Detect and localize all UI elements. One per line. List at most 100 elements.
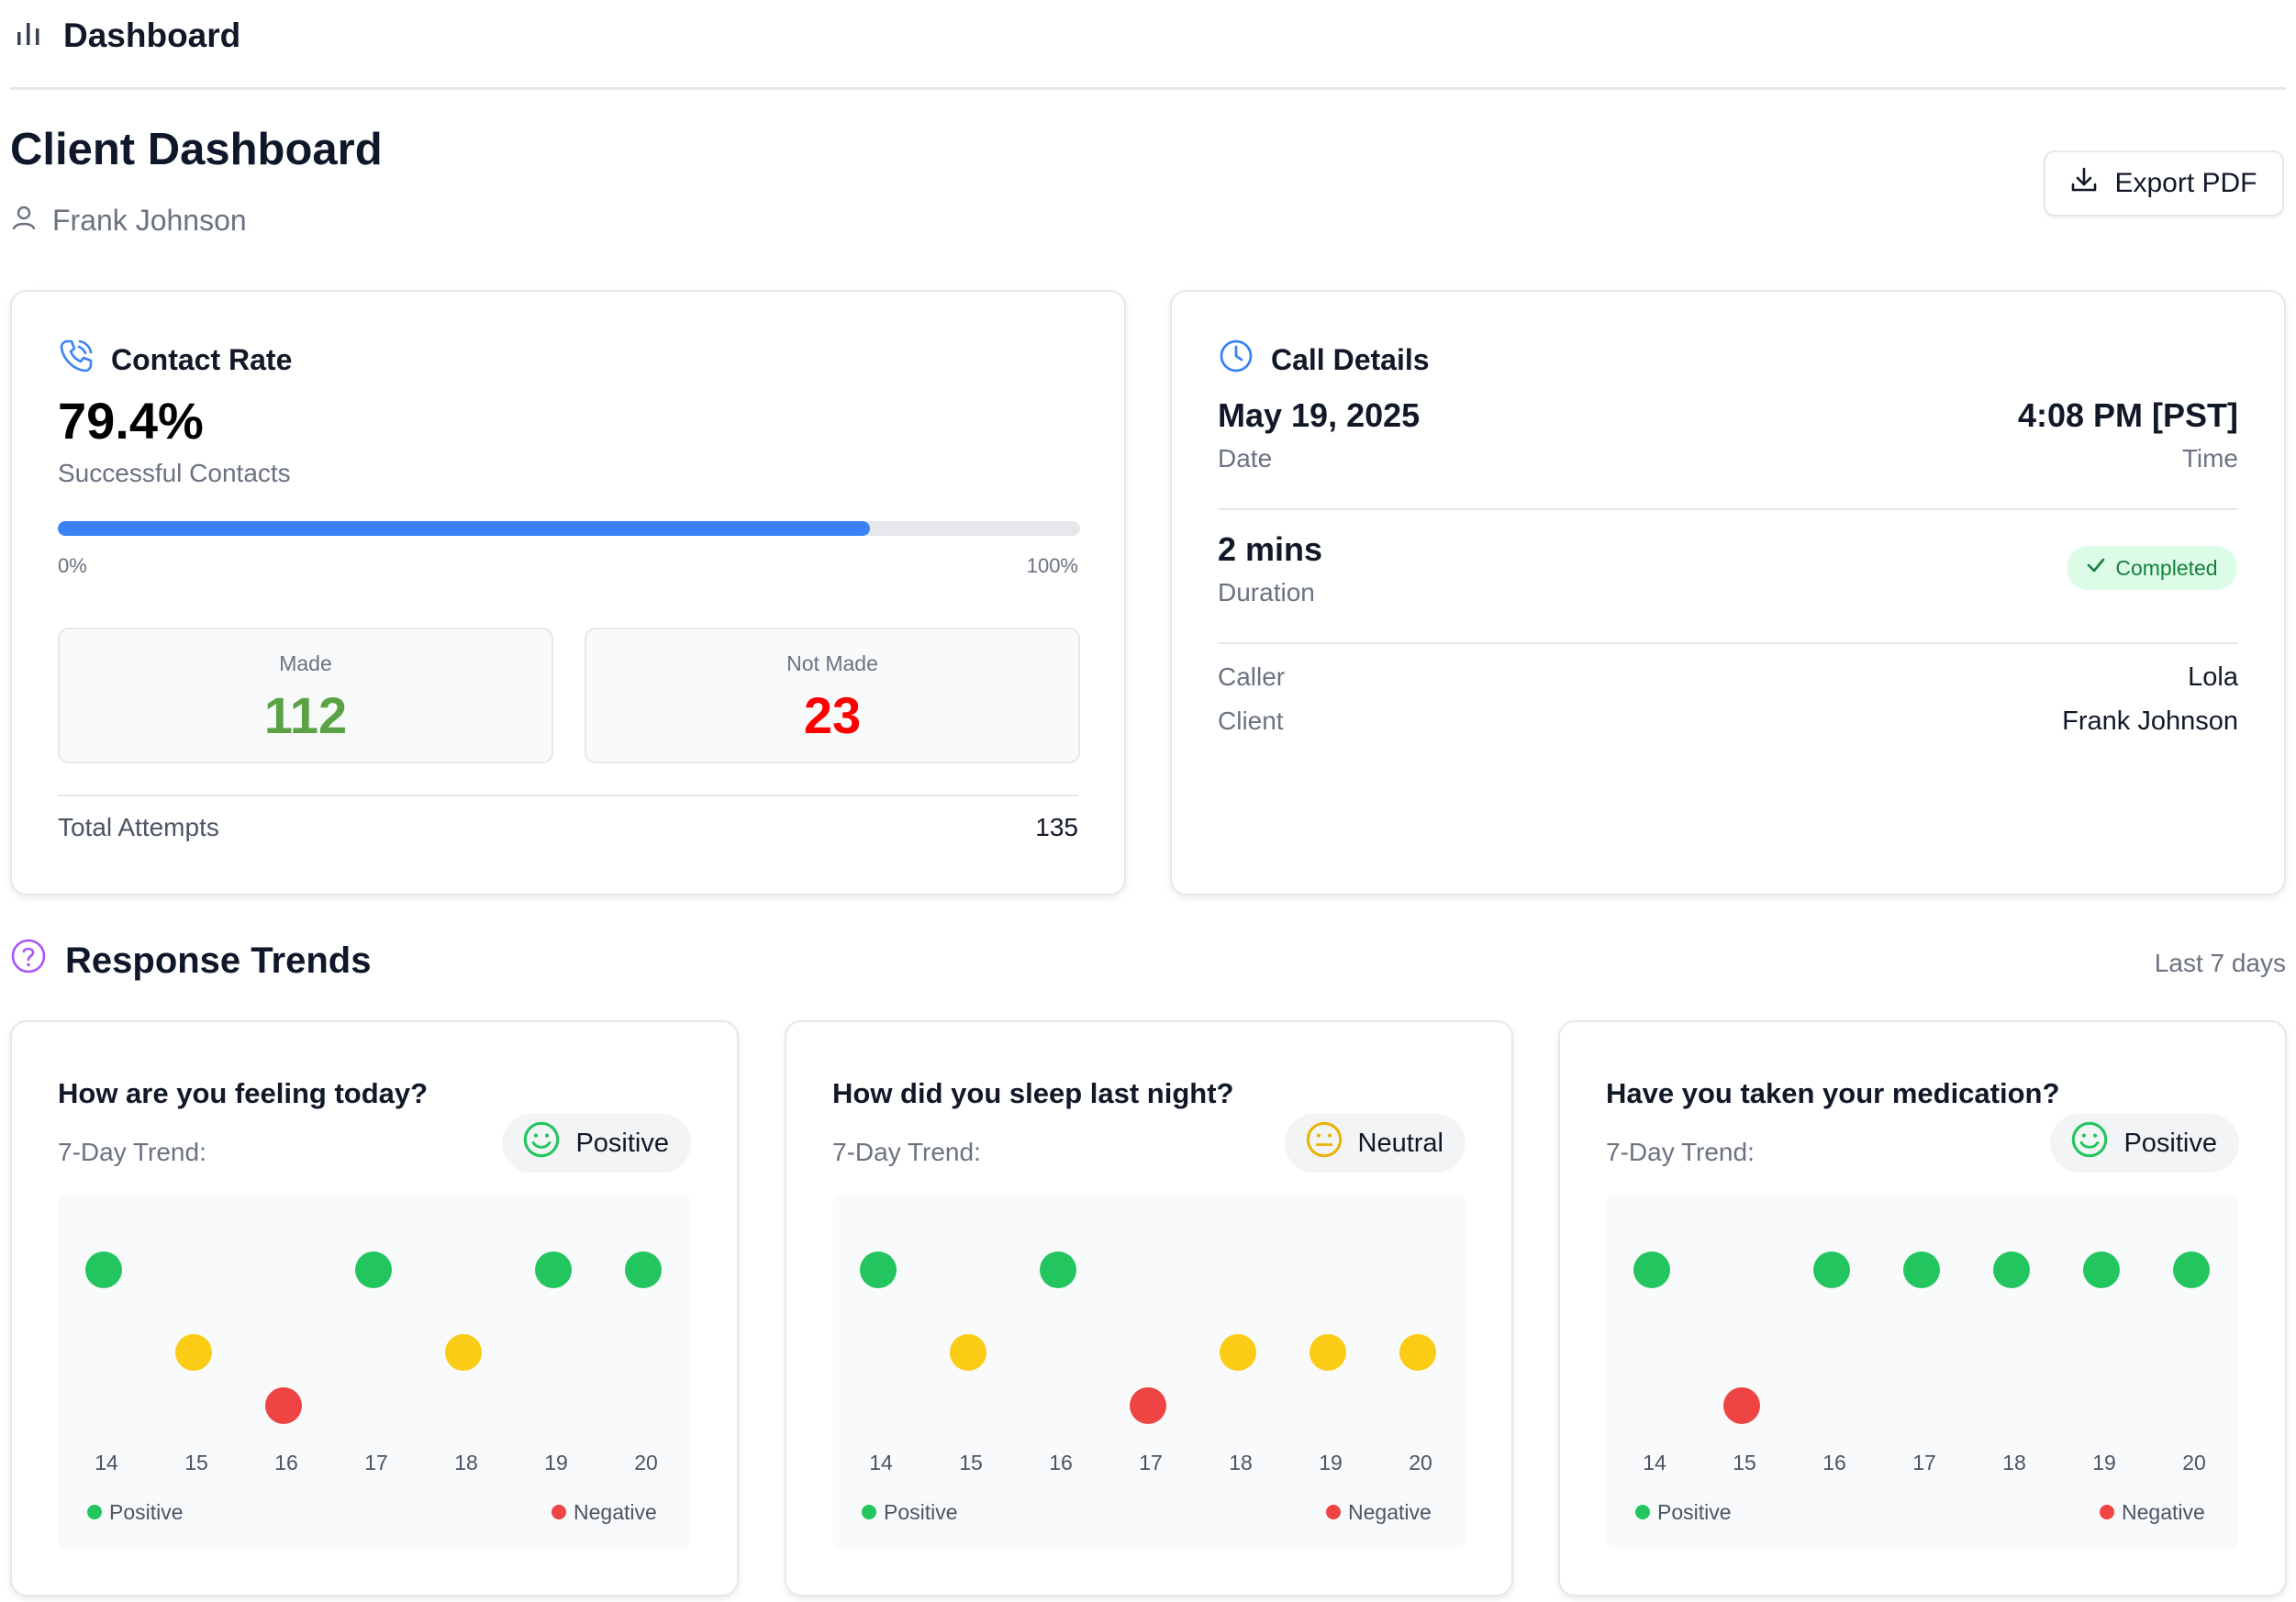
x-tick-label: 20 [2182,1451,2206,1474]
x-tick-label: 20 [1409,1451,1432,1474]
trend-label: 7-Day Trend: [1606,1138,1755,1166]
trend-card: How did you sleep last night? 7-Day Trend… [785,1020,1513,1596]
data-point-neutral[interactable] [1220,1334,1256,1371]
x-tick-label: 19 [2092,1451,2116,1474]
call-date: May 19, 2025 [1218,396,1421,434]
progress-fill [58,521,870,536]
trend-sentiment-text: Positive [2123,1128,2217,1158]
client-name: Frank Johnson [12,204,247,238]
x-tick-label: 15 [959,1451,983,1474]
x-tick-label: 19 [1319,1451,1343,1474]
data-point-neutral[interactable] [1399,1334,1436,1371]
x-tick-label: 18 [454,1451,478,1474]
contact-rate-card: Contact Rate 79.4% Successful Contacts 0… [10,290,1126,896]
data-point-positive[interactable] [1633,1252,1670,1288]
caller-value: Lola [2188,662,2238,692]
data-point-positive[interactable] [1813,1252,1850,1288]
data-point-negative[interactable] [265,1387,302,1424]
trend-chart: 14 15 16 17 18 19 20 Positive Negative [1606,1195,2239,1549]
not-made-stat: Not Made 23 [585,628,1080,763]
trend-sentiment-text: Neutral [1357,1128,1444,1158]
not-made-label: Not Made [786,651,878,675]
data-point-neutral[interactable] [1310,1334,1346,1371]
data-point-neutral[interactable] [175,1334,212,1371]
x-tick-label: 14 [95,1451,118,1474]
trend-chart-svg: 14 15 16 17 18 19 20 Positive Negative [860,1252,1436,1524]
progress-min-label: 0% [58,554,87,577]
data-point-positive[interactable] [625,1252,662,1288]
topbar-title: Dashboard [63,16,241,54]
legend-positive-label: Positive [884,1500,958,1524]
data-point-neutral[interactable] [445,1334,482,1371]
check-icon [2086,555,2106,581]
x-tick-label: 19 [544,1451,568,1474]
question-title: Have you taken your medication? [1606,1077,2060,1109]
legend-positive-dot [87,1505,102,1519]
export-pdf-button[interactable]: Export PDF [2044,150,2284,217]
data-point-positive[interactable] [2083,1252,2120,1288]
divider [1218,642,2238,644]
contact-rate-header: Contact Rate [58,338,292,382]
call-time: 4:08 PM [PST] [2017,396,2238,434]
data-point-positive[interactable] [85,1252,122,1288]
status-text: Completed [2115,555,2218,580]
data-point-positive[interactable] [1903,1252,1940,1288]
bar-chart-icon [16,19,41,51]
data-point-positive[interactable] [860,1252,897,1288]
trend-sentiment-text: Positive [575,1128,669,1158]
user-icon [12,204,36,238]
legend-positive-dot [862,1505,876,1519]
trend-label: 7-Day Trend: [58,1138,206,1166]
call-date-label: Date [1218,444,1273,473]
clock-icon [1218,338,1254,382]
x-tick-label: 16 [1822,1451,1846,1474]
total-attempts-value: 135 [1035,813,1078,841]
legend-negative-dot [2100,1505,2114,1519]
legend-negative-label: Negative [2122,1500,2205,1524]
data-point-positive[interactable] [355,1252,392,1288]
x-tick-label: 15 [1733,1451,1756,1474]
client-value: Frank Johnson [2062,706,2238,736]
trend-chart-svg: 14 15 16 17 18 19 20 Positive Negative [1633,1252,2210,1524]
phone-icon [58,338,95,382]
trend-chart-svg: 14 15 16 17 18 19 20 Positive Negative [85,1252,662,1524]
x-tick-label: 17 [1912,1451,1936,1474]
data-point-positive[interactable] [1993,1252,2030,1288]
page-title: Client Dashboard [10,125,383,174]
x-tick-label: 18 [1229,1451,1253,1474]
legend-negative-label: Negative [574,1500,657,1524]
export-pdf-label: Export PDF [2114,168,2257,198]
not-made-value: 23 [803,686,862,744]
data-point-neutral[interactable] [950,1334,986,1371]
contact-rate-progress [58,521,1080,536]
legend-positive-label: Positive [109,1500,184,1524]
question-title: How are you feeling today? [58,1077,429,1109]
call-details-card: Call Details May 19, 2025 Date 4:08 PM [… [1170,290,2286,896]
call-details-header: Call Details [1218,338,1430,382]
data-point-positive[interactable] [535,1252,572,1288]
x-tick-label: 20 [634,1451,658,1474]
call-time-label: Time [2181,444,2238,473]
divider [58,795,1078,796]
trend-sentiment-pill: Positive [502,1114,691,1173]
data-point-positive[interactable] [2173,1252,2210,1288]
trend-card: How are you feeling today? 7-Day Trend: Po… [10,1020,739,1596]
made-stat: Made 112 [58,628,553,763]
data-point-positive[interactable] [1040,1252,1076,1288]
progress-max-label: 100% [1026,554,1078,577]
legend-positive-dot [1635,1505,1650,1519]
x-tick-label: 14 [1643,1451,1666,1474]
client-label: Client [1218,706,1284,735]
data-point-negative[interactable] [1130,1387,1166,1424]
top-bar: Dashboard [10,0,2286,90]
call-duration: 2 mins [1218,530,1323,568]
made-label: Made [279,651,332,675]
legend-negative-dot [1326,1505,1341,1519]
call-duration-label: Duration [1218,578,1315,606]
x-tick-label: 18 [2002,1451,2026,1474]
made-value: 112 [263,686,348,744]
contact-rate-title: Contact Rate [111,342,293,376]
status-badge: Completed [2067,546,2237,590]
download-icon [2070,166,2098,201]
data-point-negative[interactable] [1723,1387,1760,1424]
